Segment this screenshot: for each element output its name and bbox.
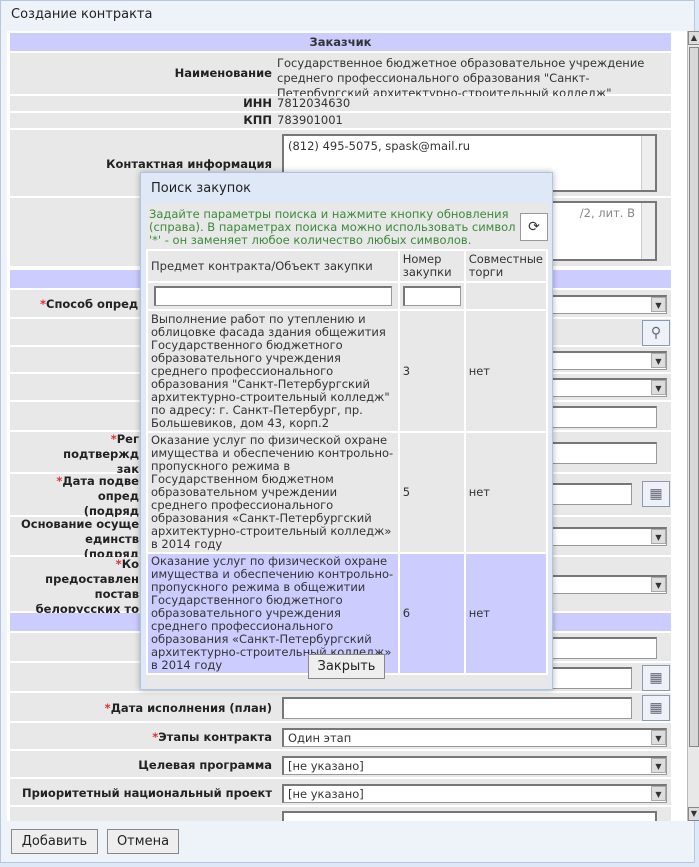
calendar-icon: ▦ [649, 700, 663, 716]
chevron-down-icon: ▼ [651, 297, 666, 312]
col-subject: Предмет контракта/Объект закупки [146, 249, 400, 283]
chevron-down-icon: ▼ [651, 786, 666, 801]
search-button[interactable]: ⚲ [642, 320, 670, 346]
chevron-down-icon: ▼ [651, 353, 666, 368]
confirm-date-label-3: (подряд [83, 504, 139, 518]
row-joint: нет [463, 309, 549, 433]
priority-select[interactable]: [не указано] ▼ [282, 784, 667, 803]
scroll-down-icon[interactable]: ▼ [688, 807, 699, 821]
vertical-scrollbar[interactable]: ▲ ▼ [687, 31, 699, 821]
refresh-button[interactable]: ⟳ [520, 213, 548, 241]
k-label: Ко [121, 557, 139, 571]
k-label-2: предоставлен [45, 572, 139, 586]
section-customer: Заказчик [10, 33, 671, 53]
calendar-button[interactable]: ▦ [642, 695, 670, 721]
name-label: Наименование [174, 66, 272, 80]
inn-value: 7812034630 [277, 96, 351, 110]
table-header: Предмет контракта/Объект закупки Номер з… [146, 249, 549, 283]
calendar-button[interactable]: ▦ [642, 481, 670, 507]
target-value: [не указано] [288, 759, 364, 773]
basis-label: Основание осуще [20, 517, 139, 531]
chevron-down-icon: ▼ [651, 730, 666, 745]
row-target: Целевая программа [не указано] ▼ [10, 751, 671, 779]
target-select[interactable]: [не указано] ▼ [282, 756, 667, 775]
row-number: 5 [397, 431, 466, 554]
row-stages: *Этапы контракта Один этап ▼ [10, 723, 671, 751]
reg-label: Рег [116, 432, 139, 446]
stages-value: Один этап [288, 731, 352, 745]
row-subject: Выполнение работ по утеплению и облицовк… [146, 309, 400, 433]
textarea-partial[interactable] [282, 811, 657, 821]
row-number: 6 [397, 552, 466, 675]
dialog-body: Задайте параметры поиска и нажмите кнопк… [146, 203, 549, 688]
number-filter-input[interactable] [402, 286, 461, 306]
close-button[interactable]: Закрыть [308, 654, 385, 679]
chevron-down-icon: ▼ [651, 529, 666, 544]
row-number: 3 [397, 309, 466, 433]
col-number: Номер закупки [397, 249, 466, 283]
row-partial [10, 807, 671, 821]
procurement-search-dialog: Поиск закупок Задайте параметры поиска и… [140, 172, 553, 690]
row-priority: Приоритетный национальный проект [не ука… [10, 779, 671, 807]
row-inn: ИНН 7812034630 [10, 96, 671, 113]
dialog-title: Поиск закупок [151, 181, 252, 196]
cancel-button[interactable]: Отмена [107, 829, 179, 854]
scroll-up-icon[interactable]: ▲ [688, 31, 699, 45]
confirm-date-label: Дата подве [62, 474, 139, 488]
kpp-value: 783901001 [277, 113, 343, 127]
row-kpp: КПП 783901001 [10, 113, 671, 130]
basis-label-2: единств [85, 532, 139, 546]
chevron-down-icon: ▼ [651, 758, 666, 773]
exec-date-input[interactable] [282, 697, 632, 719]
stages-select[interactable]: Один этап ▼ [282, 728, 667, 747]
exec-date-label: Дата исполнения (план) [110, 701, 272, 715]
stages-label: Этапы контракта [158, 730, 272, 744]
chevron-down-icon: ▼ [651, 577, 666, 592]
confirm-date-label-2: опред [97, 489, 139, 503]
textarea-scrollbar[interactable] [641, 203, 655, 259]
priority-label: Приоритетный национальный проект [22, 786, 272, 800]
target-label: Целевая программа [138, 758, 272, 772]
subject-filter-input[interactable] [154, 286, 392, 306]
row-joint: нет [463, 431, 549, 554]
contact-label: Контактная информация [106, 157, 272, 171]
chevron-down-icon: ▼ [651, 380, 666, 395]
table-row[interactable]: Выполнение работ по утеплению и облицовк… [146, 309, 549, 433]
row-name: Наименование Государственное бюджетное о… [10, 53, 671, 100]
k-label-3: постав [94, 587, 139, 601]
add-button[interactable]: Добавить [11, 829, 98, 854]
method-label: Способ опред [46, 297, 139, 311]
magnifier-icon: ⚲ [650, 325, 662, 341]
window-title: Создание контракта [11, 7, 153, 22]
scroll-thumb[interactable] [689, 47, 699, 747]
row-subject: Оказание услуг по физической охране имущ… [146, 431, 400, 554]
name-value: Государственное бюджетное образовательно… [277, 56, 645, 100]
row-exec-date: *Дата исполнения (план) ▦ [10, 693, 671, 723]
col-joint: Совместные торги [463, 249, 549, 283]
row-joint: нет [463, 552, 549, 675]
address-value: /2, лит. В [579, 206, 635, 220]
calendar-button[interactable]: ▦ [642, 665, 670, 691]
results-table: Предмет контракта/Объект закупки Номер з… [146, 249, 549, 675]
search-hint: Задайте параметры поиска и нажмите кнопк… [149, 207, 516, 247]
calendar-icon: ▦ [649, 670, 663, 686]
table-row[interactable]: Оказание услуг по физической охране имущ… [146, 431, 549, 554]
priority-value: [не указано] [288, 787, 364, 801]
calendar-icon: ▦ [649, 486, 663, 502]
inn-label: ИНН [243, 96, 272, 110]
contact-value: (812) 495-5075, spask@mail.ru [288, 139, 471, 153]
refresh-icon: ⟳ [528, 219, 540, 235]
kpp-label: КПП [243, 113, 272, 127]
textarea-scrollbar[interactable] [641, 136, 655, 190]
filter-row [146, 281, 549, 311]
reg-label-2: подтвержд [63, 447, 139, 461]
